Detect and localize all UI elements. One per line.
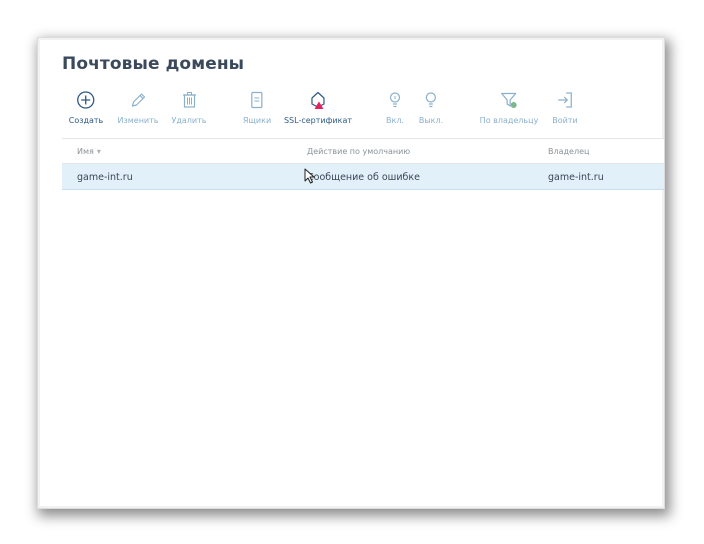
filter-by-owner-button-label: По владельцу bbox=[479, 116, 539, 125]
mouse-cursor-icon bbox=[304, 168, 315, 184]
ssl-certificate-warning-icon bbox=[311, 91, 325, 109]
login-icon bbox=[557, 92, 572, 108]
column-header-owner[interactable]: Владелец bbox=[548, 147, 589, 156]
login-button[interactable]: Войти bbox=[552, 90, 578, 125]
edit-button-label: Изменить bbox=[117, 116, 159, 125]
mailboxes-button[interactable]: Ящики bbox=[243, 90, 271, 125]
column-header-default-action[interactable]: Действие по умолчанию bbox=[307, 147, 410, 156]
column-header-name[interactable]: Имя ▾ bbox=[77, 147, 101, 156]
toolbar: Создать Изменить Удалить Ящики SSL-серти… bbox=[38, 90, 664, 130]
enable-button[interactable]: Вкл. bbox=[385, 90, 405, 125]
delete-button-label: Удалить bbox=[171, 116, 207, 125]
pencil-icon bbox=[131, 93, 145, 107]
filter-by-owner-button[interactable]: По владельцу bbox=[479, 90, 539, 125]
edit-button[interactable]: Изменить bbox=[118, 90, 159, 125]
disable-button-label: Выкл. bbox=[418, 116, 444, 125]
domains-table: Имя ▾ Действие по умолчанию Владелец game… bbox=[62, 138, 664, 190]
ssl-certificate-button[interactable]: SSL-сертификат bbox=[284, 90, 352, 125]
lightbulb-on-icon bbox=[389, 92, 401, 108]
mailbox-icon bbox=[251, 91, 263, 109]
enable-button-label: Вкл. bbox=[386, 116, 404, 125]
cell-name: game-int.ru bbox=[77, 172, 133, 183]
table-row[interactable]: game-int.ru Сообщение об ошибке game-int… bbox=[62, 164, 664, 190]
cell-owner: game-int.ru bbox=[548, 172, 604, 183]
column-header-name-label: Имя bbox=[77, 147, 94, 156]
ssl-certificate-button-label: SSL-сертификат bbox=[283, 116, 353, 125]
create-button[interactable]: Создать bbox=[68, 90, 104, 125]
page-title: Почтовые домены bbox=[62, 54, 245, 74]
mailboxes-button-label: Ящики bbox=[242, 116, 272, 125]
lightbulb-off-icon bbox=[425, 92, 437, 108]
screenshot-frame: Почтовые домены Создать Изменить Удалить… bbox=[38, 38, 664, 508]
delete-button[interactable]: Удалить bbox=[172, 90, 207, 125]
login-button-label: Войти bbox=[552, 116, 578, 125]
filter-icon bbox=[501, 92, 517, 108]
create-button-label: Создать bbox=[68, 116, 104, 125]
table-header: Имя ▾ Действие по умолчанию Владелец bbox=[62, 138, 664, 164]
cell-default-action: Сообщение об ошибке bbox=[307, 172, 420, 183]
trash-icon bbox=[182, 92, 196, 108]
sort-arrow-icon: ▾ bbox=[96, 147, 101, 156]
disable-button[interactable]: Выкл. bbox=[419, 90, 443, 125]
plus-circle-icon bbox=[77, 91, 95, 109]
